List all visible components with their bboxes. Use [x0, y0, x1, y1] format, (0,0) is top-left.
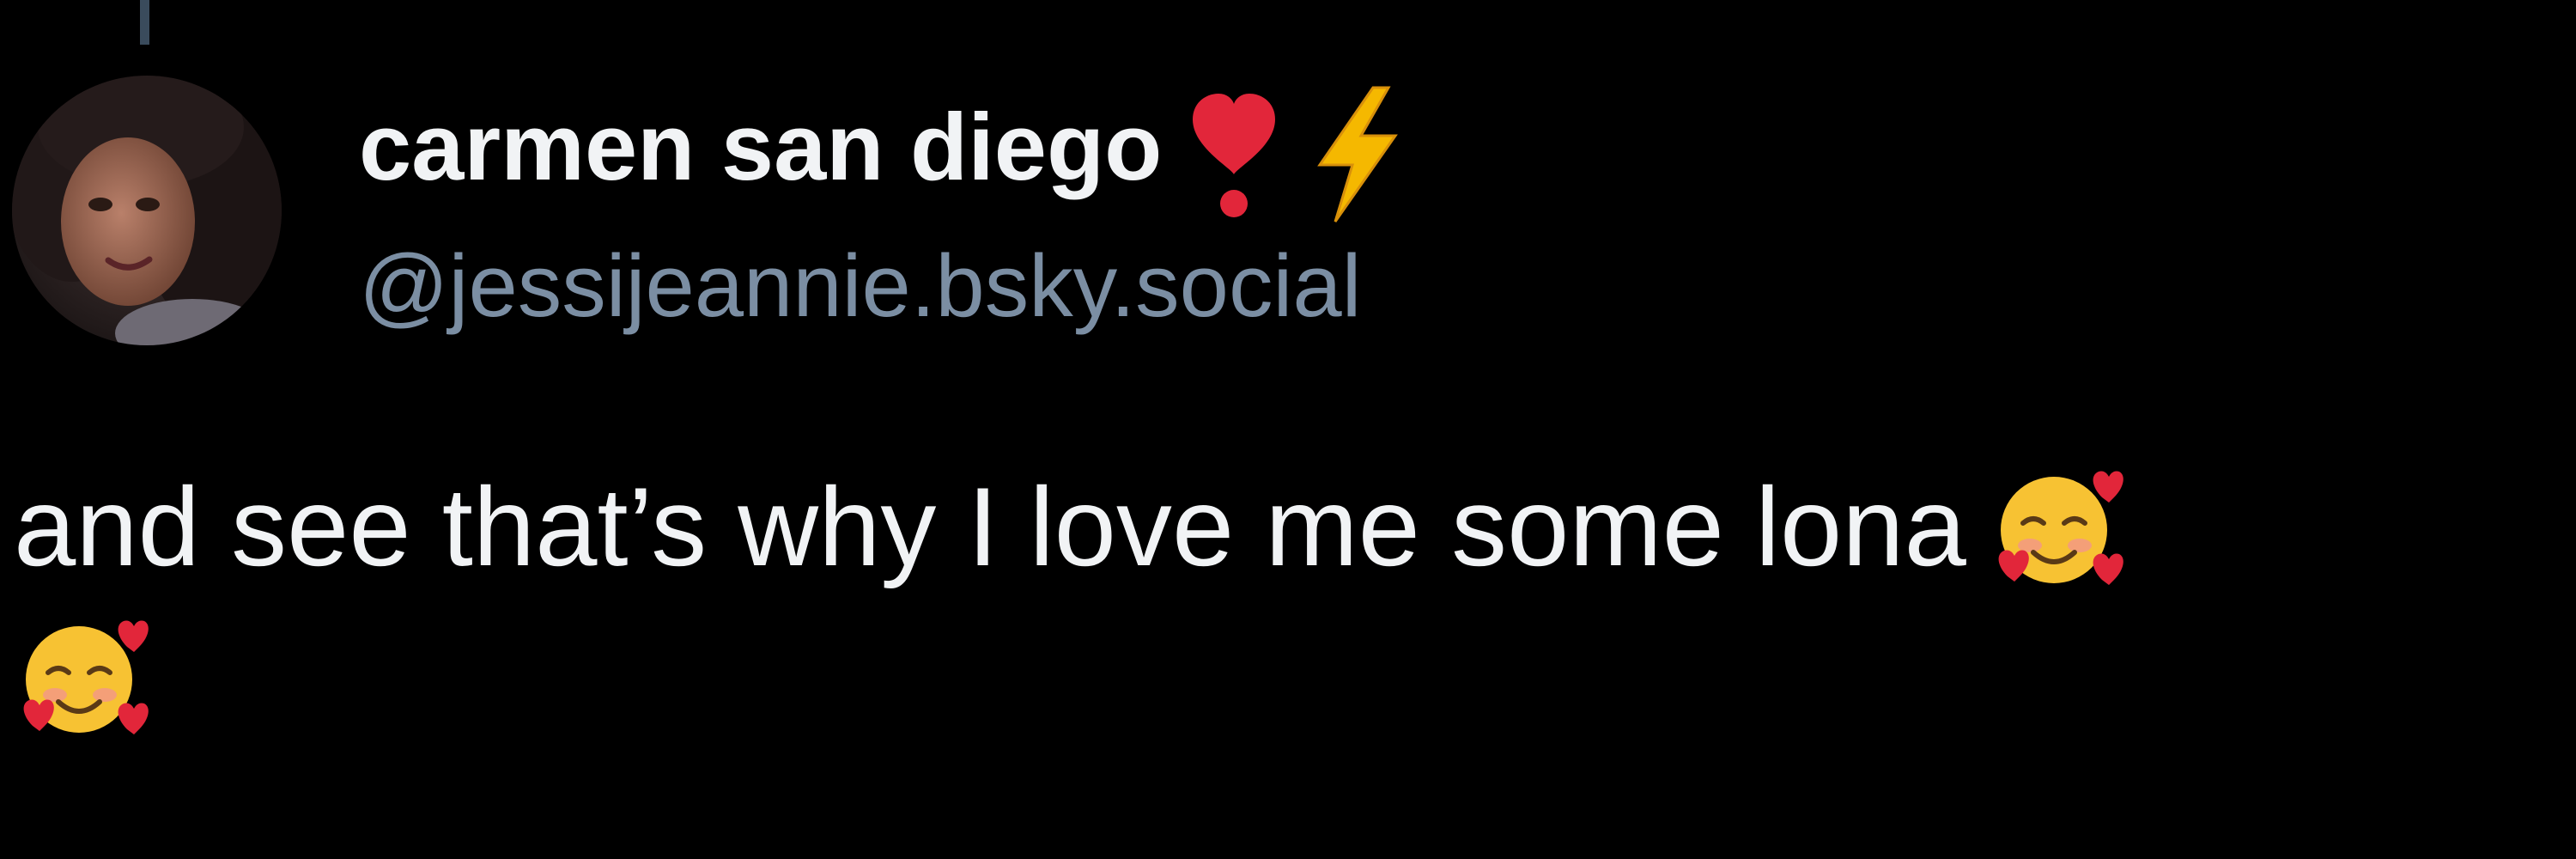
author-display-name[interactable]: carmen san diego	[359, 94, 1162, 200]
post-text: and see that’s why I love me some lona	[14, 464, 1966, 589]
thread-connector-line	[140, 0, 149, 45]
post-text-container: and see that’s why I love me some lona	[14, 454, 2555, 741]
lightning-icon	[1317, 86, 1399, 222]
heart-exclamation-icon	[1193, 94, 1276, 217]
smiling-face-with-hearts-icon	[1998, 471, 2123, 585]
author-handle[interactable]: @jessijeannie.bsky.social	[359, 230, 1362, 342]
smiling-face-with-hearts-icon	[23, 620, 149, 734]
author-display-name-row[interactable]: carmen san diego	[359, 86, 1407, 223]
avatar[interactable]	[12, 76, 282, 345]
